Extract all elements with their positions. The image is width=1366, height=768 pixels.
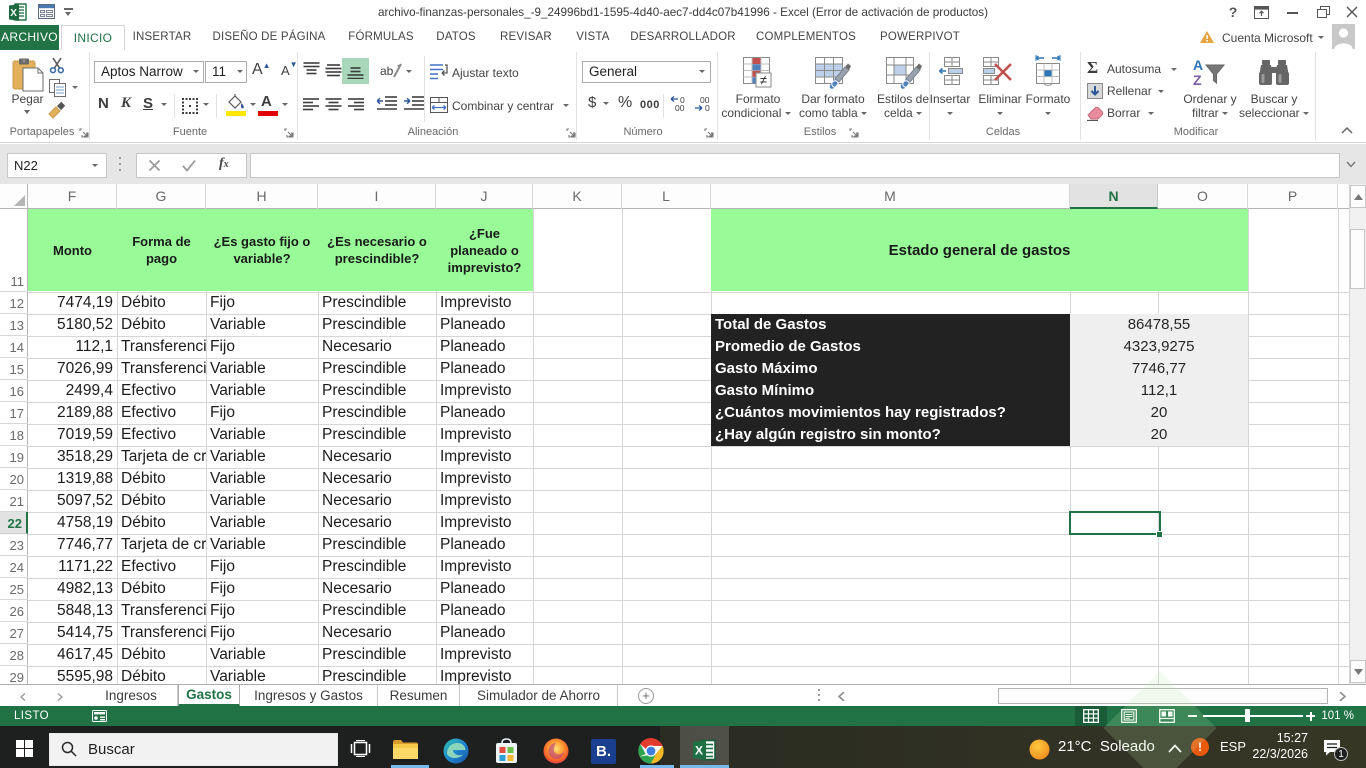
svg-text:ab: ab [380,64,394,78]
svg-text:A: A [1193,57,1203,73]
svg-text:≠: ≠ [760,73,767,88]
svg-text:0: 0 [705,103,710,113]
svg-text:Z: Z [1193,72,1202,88]
svg-text:X: X [695,744,703,758]
svg-text:00: 00 [675,103,685,113]
